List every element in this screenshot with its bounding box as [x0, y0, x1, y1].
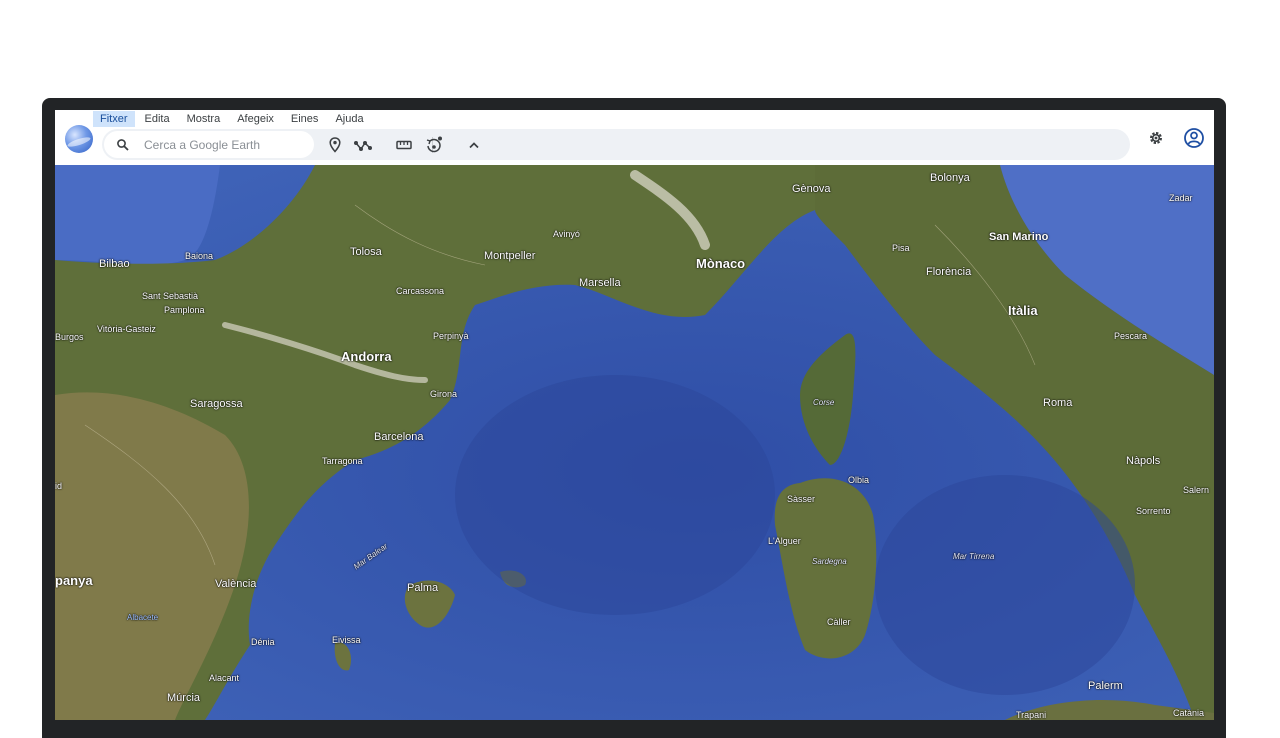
map-label: Zadar: [1169, 193, 1193, 203]
map-label: Itàlia: [1008, 303, 1038, 318]
map-label: Mar Tirrena: [953, 552, 995, 561]
map-label: Palerm: [1088, 680, 1123, 692]
map-label: Pisa: [892, 243, 910, 253]
map-label: Albacete: [127, 613, 159, 622]
map-label: València: [215, 578, 257, 590]
map-label: Roma: [1043, 397, 1073, 409]
map-label: Càller: [827, 617, 851, 627]
map-label: Montpeller: [484, 250, 536, 262]
map-label: Girona: [430, 389, 458, 399]
menu-help[interactable]: Ajuda: [328, 111, 370, 127]
settings-icon[interactable]: [1144, 126, 1168, 150]
map-label: Florència: [926, 266, 972, 278]
map-label: Catània: [1173, 708, 1205, 718]
menu-view[interactable]: Mostra: [180, 111, 228, 127]
app-window: Fitxer Edita Mostra Afegeix Eines Ajuda: [55, 110, 1214, 720]
menu-tools[interactable]: Eines: [284, 111, 326, 127]
map-label: Marsella: [579, 277, 621, 289]
map-label: Corse: [813, 398, 835, 407]
map-label: Baiona: [185, 251, 214, 261]
map-label: Barcelona: [374, 431, 424, 443]
map-label: Gènova: [792, 183, 831, 195]
ruler-icon[interactable]: [394, 135, 414, 155]
map-label: Avinyó: [553, 229, 580, 239]
map-label: Pamplona: [164, 305, 205, 315]
map-label: L'Alguer: [768, 536, 801, 546]
search-icon: [116, 138, 130, 152]
map-label: Saragossa: [190, 398, 243, 410]
map-label: Sardegna: [812, 557, 847, 566]
map-label: Tolosa: [350, 246, 382, 258]
map-label: id: [55, 481, 63, 491]
map-label: Carcassona: [396, 286, 445, 296]
map-label: Palma: [407, 582, 439, 594]
map-label: Pescara: [1114, 331, 1148, 341]
map-label: Burgos: [55, 332, 84, 342]
map-label: Eivissa: [332, 635, 361, 645]
map-label: San Marino: [989, 231, 1049, 243]
menu-file[interactable]: Fitxer: [93, 111, 135, 127]
map-label: Sàsser: [787, 494, 816, 504]
map-label: Sorrento: [1136, 506, 1171, 516]
map-label: Andorra: [341, 349, 392, 364]
path-icon[interactable]: [353, 135, 373, 155]
map-label: Bilbao: [99, 258, 130, 270]
search-box: [104, 131, 314, 158]
map-label: Dénia: [251, 637, 275, 647]
map-label: Sant Sebastià: [142, 291, 199, 301]
menu-bar: Fitxer Edita Mostra Afegeix Eines Ajuda: [55, 110, 1214, 128]
map-label: panya: [55, 573, 93, 588]
account-icon[interactable]: [1182, 126, 1206, 150]
map-label: Mònaco: [696, 256, 746, 271]
collapse-icon[interactable]: [464, 135, 484, 155]
map-label: Olbia: [848, 475, 870, 485]
map-label: Nàpols: [1126, 455, 1161, 467]
map-view[interactable]: Bilbao Baiona Sant Sebastià Pamplona Vit…: [55, 165, 1214, 720]
google-earth-logo-icon[interactable]: [65, 125, 93, 153]
map-label: Alacant: [209, 673, 240, 683]
toolbar: [102, 129, 1130, 160]
menu-add[interactable]: Afegeix: [230, 111, 281, 127]
map-label: Trapani: [1016, 710, 1047, 720]
map-label: Salern: [1183, 485, 1210, 495]
map-imagery: [55, 165, 1214, 720]
map-label: Tarragona: [322, 456, 363, 466]
map-label: Perpinyà: [433, 331, 469, 341]
map-label: Vitòria-Gasteiz: [97, 324, 156, 334]
search-input[interactable]: [142, 136, 306, 153]
menu-edit[interactable]: Edita: [138, 111, 177, 127]
map-label: Múrcia: [167, 692, 201, 704]
map-label: Bolonya: [930, 172, 970, 184]
pin-icon[interactable]: [325, 135, 345, 155]
history-icon[interactable]: [424, 135, 444, 155]
